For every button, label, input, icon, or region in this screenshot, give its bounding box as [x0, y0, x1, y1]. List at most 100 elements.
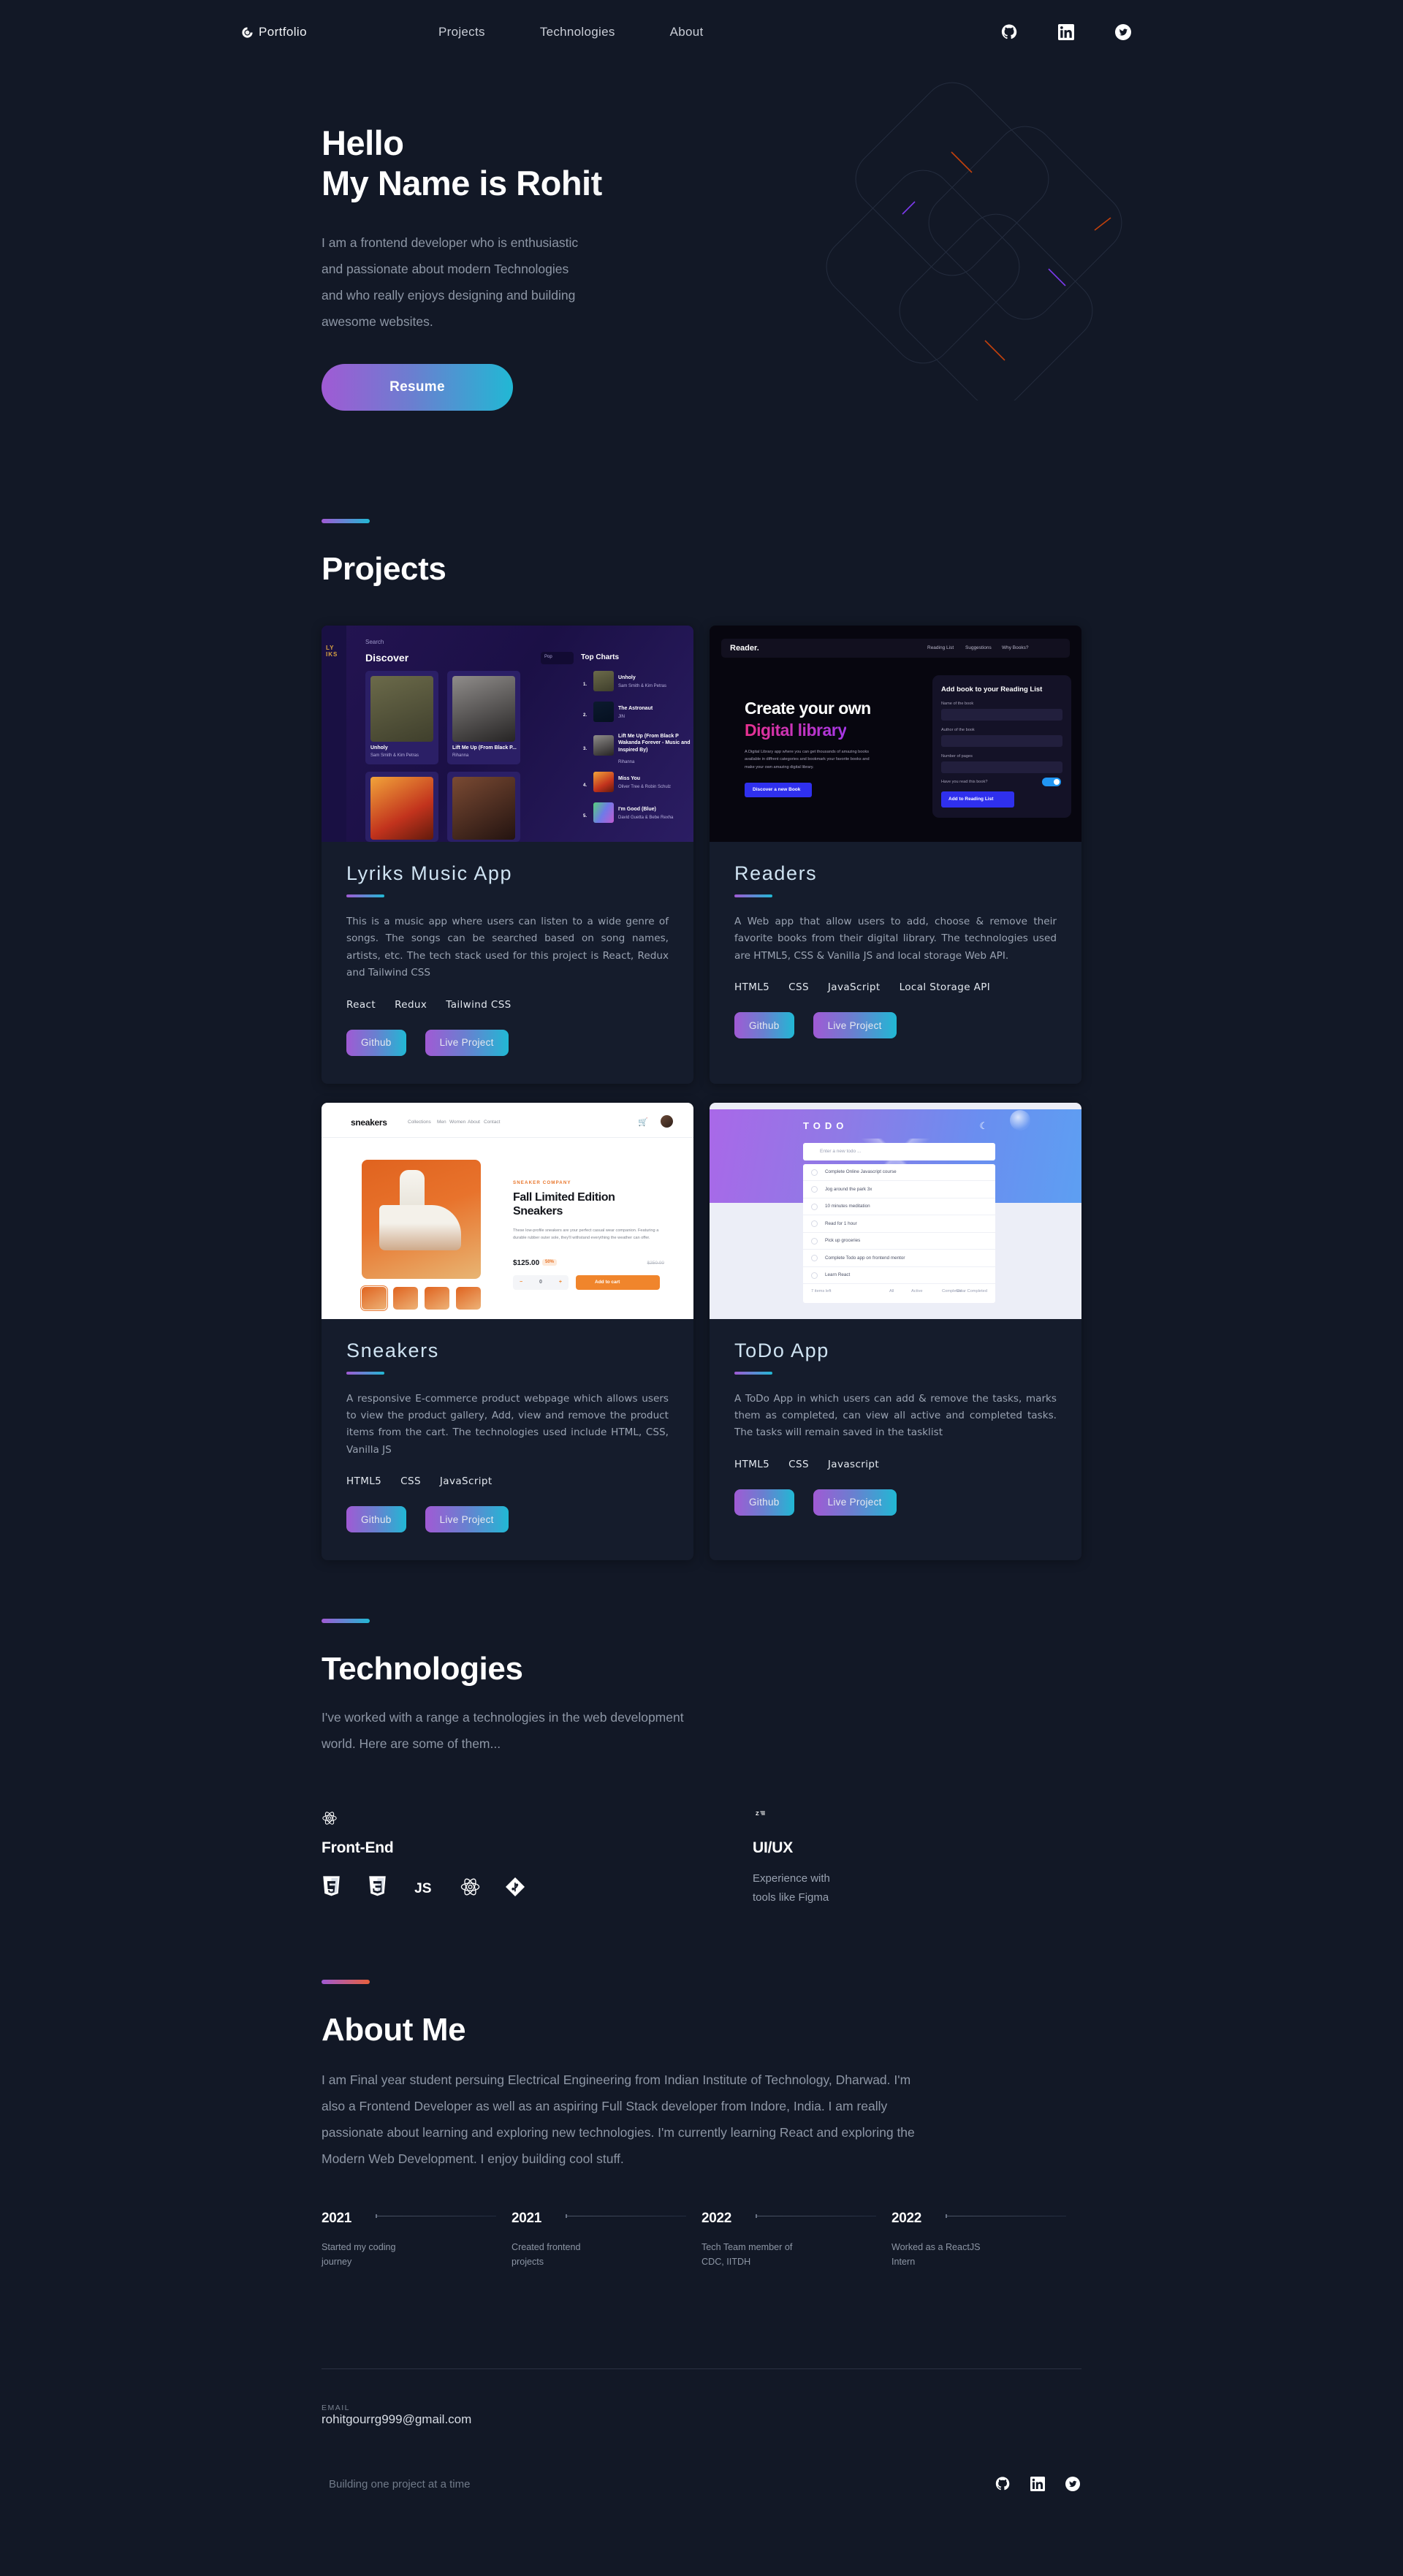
- todo-item[interactable]: Complete Todo app on frontend mentor: [803, 1250, 995, 1267]
- avatar: [661, 1114, 673, 1128]
- gallery-thumb[interactable]: [360, 1285, 389, 1311]
- timeline-description: Started my coding journey: [322, 2241, 396, 2268]
- project-tag: Local Storage API: [899, 981, 991, 994]
- project-tag: JavaScript: [827, 981, 881, 994]
- project-tag: CSS: [400, 1475, 421, 1487]
- resume-button[interactable]: Resume: [322, 364, 513, 411]
- github-button[interactable]: Github: [734, 1489, 794, 1516]
- chart-rank: 2.: [583, 713, 588, 718]
- project-tags: HTML5 CSS JavaScript: [346, 1475, 669, 1487]
- section-accent-bar: [322, 1980, 370, 1985]
- checkbox-icon[interactable]: [811, 1203, 818, 1210]
- react-atom-icon: [322, 1810, 338, 1826]
- live-project-button[interactable]: Live Project: [813, 1012, 897, 1039]
- project-name: Lyriks Music App: [346, 862, 513, 884]
- svg-text:Z: Z: [756, 1810, 759, 1817]
- checkbox-icon[interactable]: [811, 1272, 818, 1279]
- todo-item[interactable]: Read for 1 hour: [803, 1215, 995, 1233]
- moon-icon[interactable]: ☾: [979, 1120, 988, 1132]
- github-button[interactable]: Github: [346, 1506, 406, 1532]
- nav-item-technologies[interactable]: Technologies: [540, 25, 615, 39]
- readers-field-input[interactable]: [941, 709, 1062, 721]
- linkedin-icon[interactable]: [1058, 24, 1074, 40]
- lyriks-genre-select[interactable]: [541, 652, 574, 664]
- live-project-button[interactable]: Live Project: [425, 1029, 509, 1056]
- todo-new-input[interactable]: Enter a new todo ...: [803, 1142, 995, 1160]
- circle-logo-icon: [241, 26, 254, 39]
- linkedin-icon[interactable]: [1030, 2476, 1046, 2493]
- github-icon[interactable]: [1001, 24, 1017, 40]
- project-tag: CSS: [788, 981, 809, 994]
- github-icon[interactable]: [995, 2477, 1011, 2493]
- todo-footer: 7 items left All Active Completed Clear …: [803, 1284, 995, 1300]
- readers-nav-item: Reading List: [927, 645, 954, 650]
- github-button[interactable]: Github: [346, 1029, 406, 1056]
- gallery-thumb[interactable]: [425, 1286, 449, 1310]
- readers-field-input[interactable]: [941, 761, 1062, 773]
- chart-rank: 1.: [583, 683, 588, 687]
- main-nav: Projects Technologies About: [438, 25, 704, 39]
- about-section: About Me I am Final year student persuin…: [322, 1907, 1081, 2269]
- sneakers-product-desc: These low-profile sneakers are your perf…: [513, 1228, 659, 1240]
- checkbox-icon[interactable]: [811, 1255, 818, 1261]
- todo-item[interactable]: Pick up groceries: [803, 1233, 995, 1250]
- gallery-thumb[interactable]: [393, 1286, 418, 1310]
- project-actions: Github Live Project: [734, 1489, 1057, 1516]
- project-thumbnail-sneakers[interactable]: sneakers Collections Men Women About Con…: [322, 1102, 693, 1319]
- footer-divider: [322, 2368, 1081, 2369]
- todo-filter-all: All: [889, 1289, 894, 1293]
- react-icon: [460, 1876, 481, 1899]
- project-actions: Github Live Project: [346, 1029, 669, 1056]
- brand-label: Portfolio: [259, 25, 307, 39]
- gallery-thumb[interactable]: [456, 1286, 481, 1310]
- project-tags: React Redux Tailwind CSS: [346, 999, 669, 1011]
- readers-read-toggle[interactable]: [1042, 778, 1061, 786]
- email-address[interactable]: rohitgourrg999@gmail.com: [322, 2412, 471, 2426]
- lyriks-card-artist: Rihanna: [452, 753, 469, 758]
- add-to-cart-button[interactable]: Add to cart: [576, 1274, 660, 1290]
- readers-headline-1: Create your own: [745, 699, 871, 718]
- twitter-icon[interactable]: [1115, 24, 1131, 40]
- project-thumbnail-lyriks[interactable]: LYIKS Search Discover Top Charts Unholy …: [322, 626, 693, 842]
- project-thumbnail-todo[interactable]: TODO ☾ Enter a new todo ... Complete Onl…: [710, 1102, 1081, 1319]
- live-project-button[interactable]: Live Project: [425, 1506, 509, 1532]
- todo-item[interactable]: Learn React: [803, 1267, 995, 1284]
- todo-heading: TODO: [803, 1120, 848, 1131]
- hero-section: Hello My Name is Rohit I am a frontend d…: [322, 64, 1122, 503]
- project-card: sneakers Collections Men Women About Con…: [322, 1102, 693, 1560]
- checkbox-icon[interactable]: [811, 1237, 818, 1245]
- project-thumbnail-readers[interactable]: Reader. Reading List Suggestions Why Boo…: [710, 626, 1081, 842]
- live-project-button[interactable]: Live Project: [813, 1489, 897, 1516]
- brand-logo[interactable]: Portfolio: [241, 25, 307, 39]
- readers-add-button[interactable]: Add to Reading List: [941, 791, 1014, 808]
- cart-icon[interactable]: 🛒: [638, 1117, 648, 1127]
- readers-field-label: Name of the book: [941, 702, 974, 706]
- todo-item[interactable]: Jog around the park 3x: [803, 1181, 995, 1198]
- todo-item[interactable]: Complete Online Javascript course: [803, 1164, 995, 1181]
- readers-field-input[interactable]: [941, 735, 1062, 747]
- project-tag: Javascript: [827, 1458, 880, 1470]
- github-button[interactable]: Github: [734, 1012, 794, 1039]
- readers-discover-button[interactable]: Discover a new Book: [745, 783, 812, 797]
- quantity-stepper[interactable]: − 0 +: [513, 1274, 569, 1290]
- readers-panel-title: Add book to your Reading List: [941, 685, 1043, 694]
- twitter-icon[interactable]: [1065, 2476, 1081, 2493]
- todo-item[interactable]: 10 minutes meditation: [803, 1198, 995, 1215]
- hero-title: Hello My Name is Rohit: [322, 123, 1081, 204]
- todo-filter-active: Active: [911, 1289, 923, 1293]
- readers-logo: Reader.: [730, 644, 759, 653]
- checkbox-icon[interactable]: [811, 1220, 818, 1227]
- checkbox-icon[interactable]: [811, 1169, 818, 1176]
- chart-artist: Rihanna: [618, 760, 635, 764]
- todo-clear-completed: Clear Completed: [956, 1289, 987, 1293]
- nav-item-projects[interactable]: Projects: [438, 25, 485, 39]
- project-tags: HTML5 CSS Javascript: [734, 1459, 1057, 1470]
- site-header: Portfolio Projects Technologies About: [0, 0, 1403, 64]
- chart-artist: Oliver Tree & Robin Schulz: [618, 785, 672, 789]
- project-name: ToDo App: [734, 1339, 829, 1361]
- timeline-description: Tech Team member of CDC, IITDH: [702, 2241, 793, 2268]
- checkbox-icon[interactable]: [811, 1186, 818, 1193]
- nav-item-about[interactable]: About: [670, 25, 704, 39]
- sneakers-nav-item: About: [468, 1119, 480, 1125]
- html5-icon: [322, 1876, 343, 1899]
